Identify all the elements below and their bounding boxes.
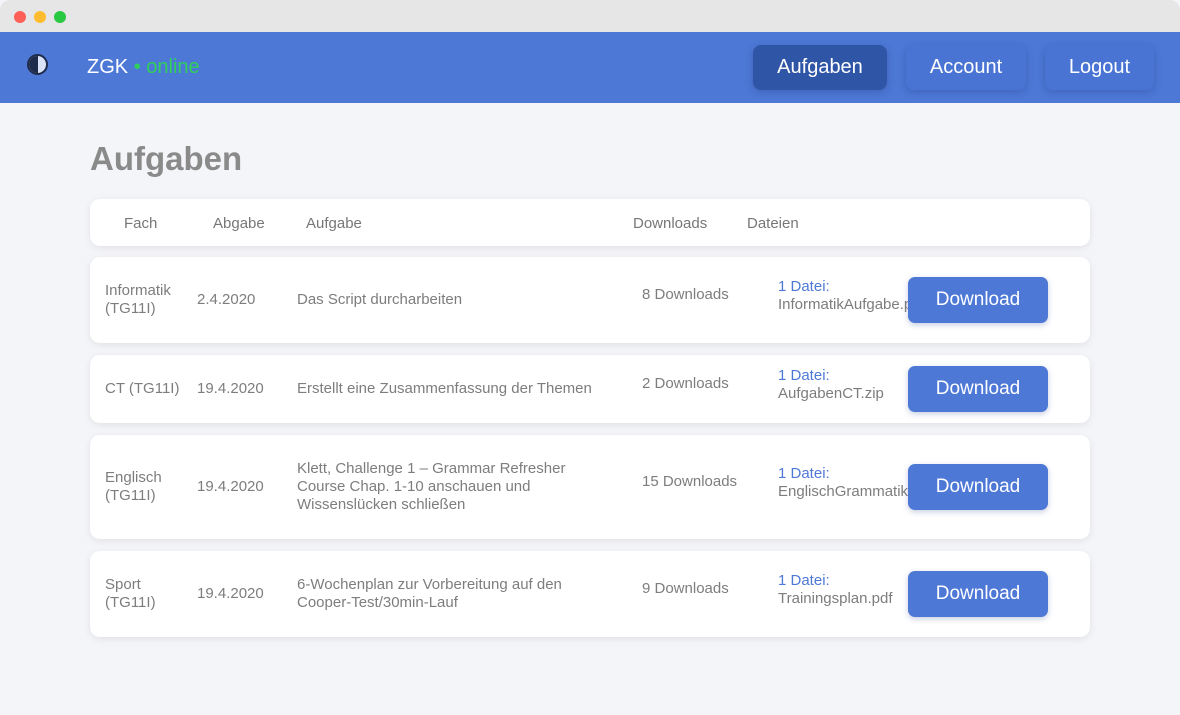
column-header-abgabe: Abgabe [213, 215, 265, 232]
row-aufgabe: Erstellt eine Zusammenfassung der Themen [297, 380, 592, 397]
row-downloads: 8 Downloads [642, 286, 729, 303]
column-header-downloads: Downloads [633, 215, 708, 232]
row-fach: Informatik (TG11I) [105, 282, 171, 317]
row-files-label: 1 Datei: [778, 367, 830, 384]
table-header: Fach Abgabe Aufgabe Downloads Dateien [90, 199, 1090, 246]
column-header-aufgabe: Aufgabe [306, 215, 362, 232]
navbar: ZGK • online Aufgaben Account Logout [0, 32, 1180, 103]
download-button[interactable]: Download [908, 366, 1048, 412]
table-row: CT (TG11I) 19.4.2020 Erstellt eine Zusam… [90, 355, 1090, 423]
nav-account-button[interactable]: Account [906, 45, 1026, 90]
row-file-name[interactable]: EnglischGrammatik.pdf [778, 483, 908, 501]
row-fach: Sport (TG11I) [105, 576, 156, 611]
row-file-name[interactable]: InformatikAufgabe.pdf [778, 296, 908, 314]
row-abgabe: 19.4.2020 [197, 380, 264, 397]
row-downloads: 9 Downloads [642, 580, 729, 597]
row-downloads: 2 Downloads [642, 375, 729, 392]
minimize-window-icon[interactable] [34, 11, 46, 23]
row-downloads: 15 Downloads [642, 473, 738, 490]
row-fach: CT (TG11I) [105, 380, 180, 397]
brand-separator: • [133, 56, 141, 78]
page-title: Aufgaben [90, 140, 243, 177]
download-button[interactable]: Download [908, 571, 1048, 617]
row-files-label: 1 Datei: [778, 465, 830, 482]
table-row: Englisch (TG11I) 19.4.2020 Klett, Challe… [90, 435, 1090, 539]
table-row: Sport (TG11I) 19.4.2020 6-Wochenplan zur… [90, 551, 1090, 637]
row-abgabe: 19.4.2020 [197, 478, 264, 495]
row-aufgabe: Klett, Challenge 1 – Grammar Refresher C… [297, 460, 566, 513]
row-file-name[interactable]: Trainingsplan.pdf [778, 590, 908, 608]
row-fach: Englisch (TG11I) [105, 469, 162, 504]
download-button[interactable]: Download [908, 464, 1048, 510]
column-header-fach: Fach [124, 215, 158, 232]
close-window-icon[interactable] [14, 11, 26, 23]
row-files-label: 1 Datei: [778, 278, 830, 295]
maximize-window-icon[interactable] [54, 11, 66, 23]
row-aufgabe: Das Script durcharbeiten [297, 291, 463, 308]
table-row: Informatik (TG11I) 2.4.2020 Das Script d… [90, 257, 1090, 343]
contrast-icon[interactable] [27, 54, 48, 75]
row-aufgabe: 6-Wochenplan zur Vorbereitung auf den Co… [297, 576, 562, 611]
brand[interactable]: ZGK • online [87, 56, 200, 79]
nav-aufgaben-button[interactable]: Aufgaben [753, 45, 887, 90]
row-abgabe: 2.4.2020 [197, 291, 256, 308]
nav-logout-button[interactable]: Logout [1045, 45, 1154, 90]
row-abgabe: 19.4.2020 [197, 585, 264, 602]
brand-suffix: online [146, 56, 200, 78]
window-titlebar [0, 0, 1180, 32]
row-file-name[interactable]: AufgabenCT.zip [778, 385, 908, 403]
download-button[interactable]: Download [908, 277, 1048, 323]
column-header-dateien: Dateien [747, 215, 799, 232]
brand-name: ZGK [87, 56, 129, 78]
row-files-label: 1 Datei: [778, 572, 830, 589]
